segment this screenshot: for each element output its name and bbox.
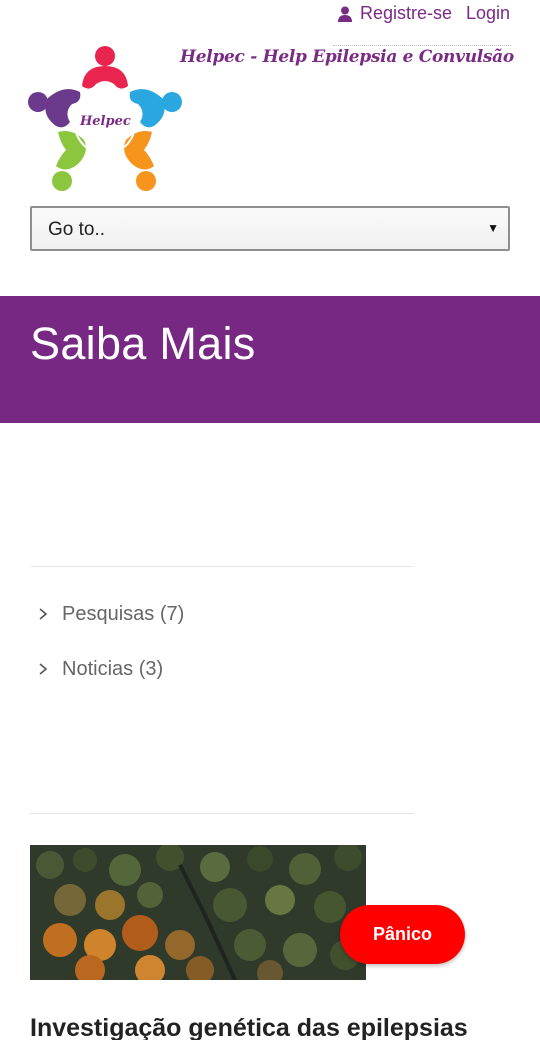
user-icon: [338, 6, 352, 22]
divider: [30, 813, 414, 814]
site-tagline: Helpec - Help Epilepsia e Convulsão: [180, 47, 514, 67]
divider: [30, 566, 414, 567]
goto-select-value: Go to..: [48, 219, 106, 240]
page-banner: Saiba Mais: [0, 296, 540, 423]
chevron-right-icon: [39, 663, 48, 675]
category-item-pesquisas[interactable]: Pesquisas (7): [36, 600, 184, 628]
article-thumbnail[interactable]: [30, 845, 366, 980]
article-title[interactable]: Investigação genética das epilepsias: [30, 1014, 468, 1040]
dropdown-arrow-icon: ▼: [487, 221, 499, 235]
category-label: Pesquisas (7): [62, 602, 185, 625]
site-logo[interactable]: Helpec: [28, 44, 182, 194]
divider: [333, 45, 511, 46]
logo-text: Helpec: [80, 114, 131, 129]
goto-select[interactable]: Go to.. ▼: [30, 206, 510, 251]
chevron-right-icon: [39, 608, 48, 620]
register-label: Registre-se: [360, 3, 453, 23]
top-bar: Registre-se Login: [0, 0, 540, 46]
register-link[interactable]: Registre-se: [338, 3, 452, 24]
category-label: Noticias (3): [62, 657, 164, 680]
panic-button[interactable]: Pânico: [340, 905, 465, 964]
category-item-noticias[interactable]: Noticias (3): [36, 655, 163, 683]
page-title: Saiba Mais: [30, 318, 256, 369]
login-link[interactable]: Login: [466, 3, 510, 24]
